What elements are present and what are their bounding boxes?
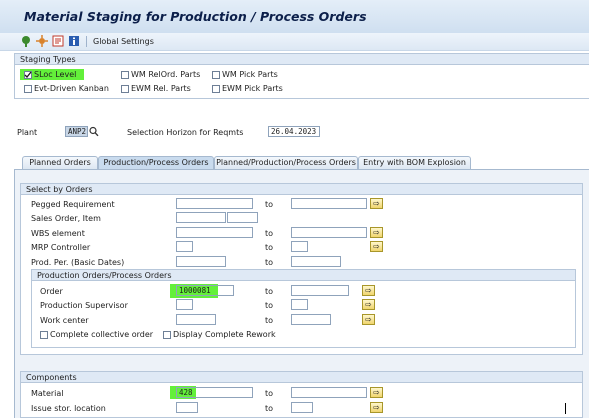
selection-horizon-input[interactable]: 26.04.2023 bbox=[268, 126, 320, 137]
complete-collective-order-label: Complete collective order bbox=[50, 330, 154, 339]
to-label: to bbox=[265, 258, 274, 267]
wbs-element-to-input[interactable] bbox=[291, 227, 367, 238]
material-from-input[interactable]: 428 bbox=[176, 387, 253, 398]
multiple-selection-button[interactable]: ⇨ bbox=[362, 299, 375, 310]
issue-stor-location-from-input[interactable] bbox=[176, 402, 198, 413]
sales-order-item-input[interactable] bbox=[227, 212, 258, 223]
wbs-element-from-input[interactable] bbox=[176, 227, 253, 238]
ewm-pick-parts-label: EWM Pick Parts bbox=[222, 84, 283, 93]
wm-relord-parts-checkbox[interactable] bbox=[121, 71, 129, 79]
material-to-input[interactable] bbox=[291, 387, 367, 398]
order-label: Order bbox=[40, 287, 63, 296]
to-label: to bbox=[265, 316, 274, 325]
ewm-rel-parts-checkbox[interactable] bbox=[121, 85, 129, 93]
tab-entry-with-bom-explosion[interactable]: Entry with BOM Explosion bbox=[358, 156, 471, 169]
toolbar-separator bbox=[86, 36, 87, 47]
multiple-selection-button[interactable]: ⇨ bbox=[362, 285, 375, 296]
to-label: to bbox=[265, 229, 274, 238]
ewm-rel-parts-label: EWM Rel. Parts bbox=[131, 84, 191, 93]
evt-driven-kanban-label: Evt-Driven Kanban bbox=[34, 84, 109, 93]
to-label: to bbox=[265, 287, 274, 296]
multiple-selection-button[interactable]: ⇨ bbox=[362, 314, 375, 325]
production-orders-header: Production Orders/Process Orders bbox=[32, 270, 575, 281]
mrp-controller-label: MRP Controller bbox=[31, 243, 91, 252]
pegged-requirement-label: Pegged Requirement bbox=[31, 200, 115, 209]
production-supervisor-to-input[interactable] bbox=[291, 299, 308, 310]
display-complete-rework-label: Display Complete Rework bbox=[173, 330, 276, 339]
search-icon[interactable] bbox=[89, 126, 99, 137]
pegged-requirement-to-input[interactable] bbox=[291, 198, 367, 209]
components-header: Components bbox=[21, 372, 582, 383]
to-label: to bbox=[265, 243, 274, 252]
select-by-orders-header: Select by Orders bbox=[21, 184, 582, 195]
tab-planned-production-process-orders[interactable]: Planned/Production/Process Orders bbox=[214, 156, 358, 169]
global-settings-button[interactable]: Global Settings bbox=[93, 37, 154, 46]
wm-relord-parts-label: WM RelOrd. Parts bbox=[131, 70, 201, 79]
prod-per-to-input[interactable] bbox=[291, 256, 341, 267]
ewm-pick-parts-checkbox[interactable] bbox=[212, 85, 220, 93]
staging-types-header: Staging Types bbox=[15, 54, 589, 65]
multiple-selection-button[interactable]: ⇨ bbox=[370, 402, 383, 413]
page-title: Material Staging for Production / Proces… bbox=[24, 9, 367, 24]
sales-order-input[interactable] bbox=[176, 212, 226, 223]
info-icon[interactable] bbox=[68, 35, 80, 47]
prod-per-from-input[interactable] bbox=[176, 256, 226, 267]
evt-driven-kanban-checkbox[interactable] bbox=[24, 85, 32, 93]
plant-input[interactable]: ANP2 bbox=[65, 126, 88, 137]
work-center-label: Work center bbox=[40, 316, 89, 325]
plant-label: Plant bbox=[17, 128, 38, 137]
complete-collective-order-checkbox[interactable] bbox=[40, 331, 48, 339]
material-label: Material bbox=[31, 389, 64, 398]
multiple-selection-button[interactable]: ⇨ bbox=[370, 387, 383, 398]
mrp-controller-to-input[interactable] bbox=[291, 241, 308, 252]
settings-icon[interactable] bbox=[36, 35, 48, 47]
work-center-to-input[interactable] bbox=[291, 314, 331, 325]
to-label: to bbox=[265, 200, 274, 209]
variant-icon[interactable] bbox=[52, 35, 64, 47]
order-to-input[interactable] bbox=[291, 285, 349, 296]
to-label: to bbox=[265, 404, 274, 413]
multiple-selection-button[interactable]: ⇨ bbox=[370, 241, 383, 252]
wm-pick-parts-checkbox[interactable] bbox=[212, 71, 220, 79]
application-toolbar bbox=[0, 33, 589, 51]
production-supervisor-from-input[interactable] bbox=[176, 299, 193, 310]
multiple-selection-button[interactable]: ⇨ bbox=[370, 198, 383, 209]
pegged-requirement-from-input[interactable] bbox=[176, 198, 253, 209]
to-label: to bbox=[265, 389, 274, 398]
multiple-selection-button[interactable]: ⇨ bbox=[370, 227, 383, 238]
wm-pick-parts-label: WM Pick Parts bbox=[222, 70, 278, 79]
work-center-from-input[interactable] bbox=[176, 314, 216, 325]
sloc-level-label: SLoc Level bbox=[34, 70, 77, 79]
to-label: to bbox=[265, 301, 274, 310]
mrp-controller-from-input[interactable] bbox=[176, 241, 193, 252]
tab-production-process-orders[interactable]: Production/Process Orders bbox=[98, 156, 214, 169]
order-from-input[interactable]: 1000081 bbox=[176, 285, 234, 296]
text-cursor bbox=[565, 403, 566, 414]
tab-planned-orders[interactable]: Planned Orders bbox=[22, 156, 98, 169]
wbs-element-label: WBS element bbox=[31, 229, 85, 238]
issue-stor-location-label: Issue stor. location bbox=[31, 404, 106, 413]
issue-stor-location-to-input[interactable] bbox=[291, 402, 313, 413]
production-supervisor-label: Production Supervisor bbox=[40, 301, 128, 310]
selection-horizon-label: Selection Horizon for Reqmts bbox=[127, 128, 244, 137]
execute-icon[interactable] bbox=[20, 35, 32, 47]
display-complete-rework-checkbox[interactable] bbox=[163, 331, 171, 339]
sloc-level-checkbox[interactable] bbox=[24, 71, 32, 79]
prod-per-label: Prod. Per. (Basic Dates) bbox=[31, 258, 125, 267]
sales-order-item-label: Sales Order, Item bbox=[31, 214, 101, 223]
